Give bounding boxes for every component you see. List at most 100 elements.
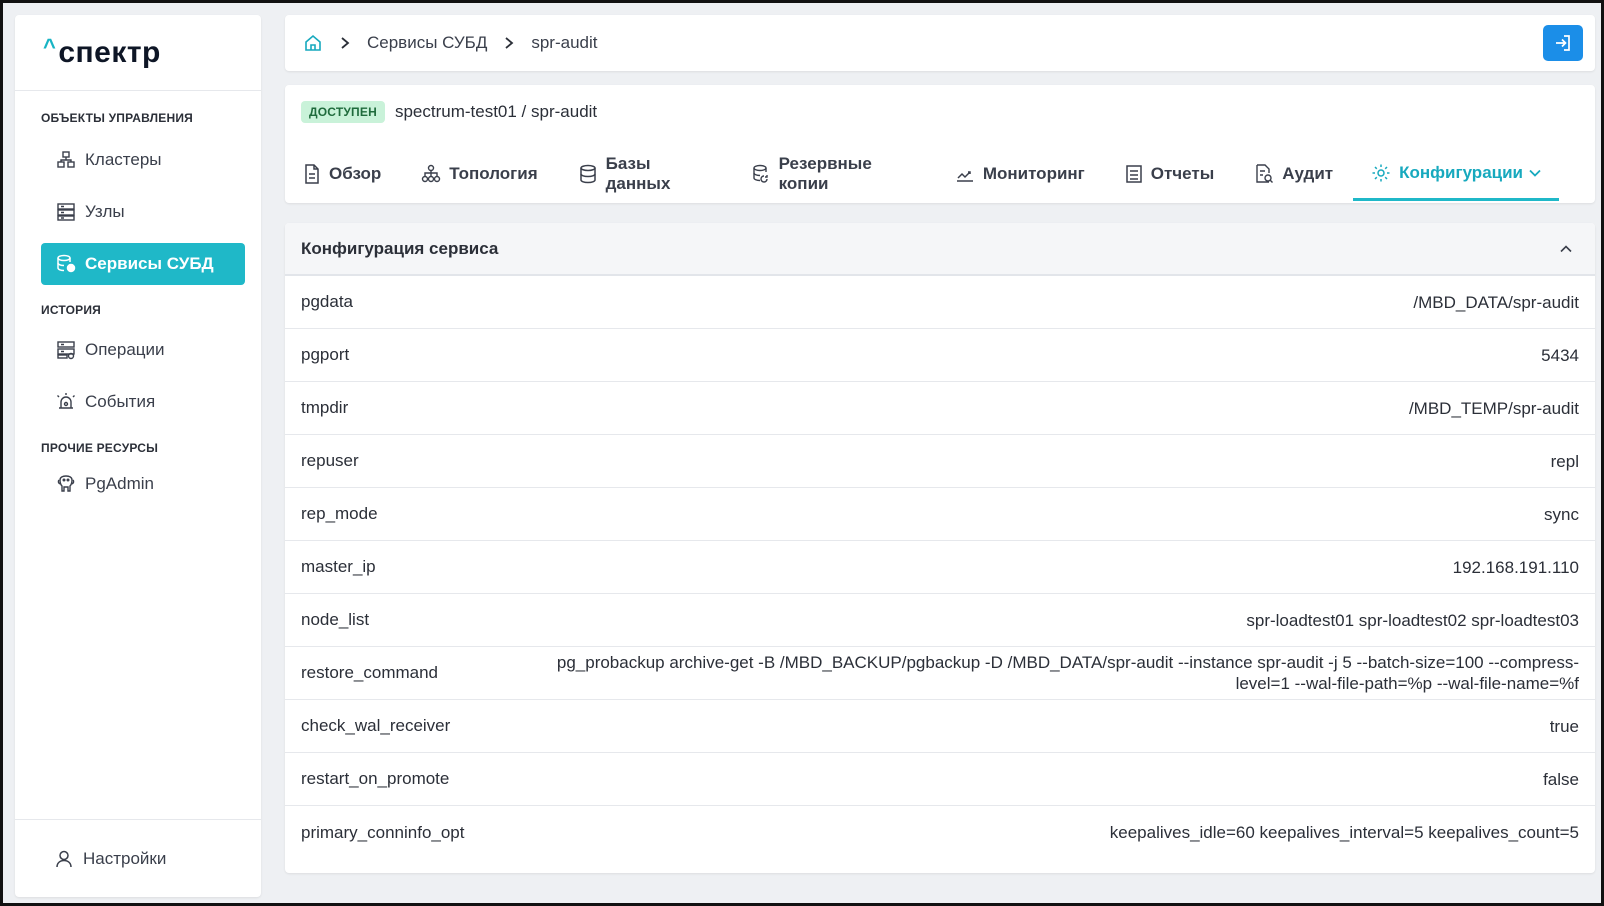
config-key: rep_mode — [301, 504, 378, 523]
config-value: /MBD_TEMP/spr-audit — [1408, 398, 1579, 418]
tab-backups[interactable]: Резервные копии — [749, 147, 917, 201]
sidebar-item-label: События — [85, 392, 156, 411]
service-title: ДОСТУПЕН spectrum-test01 / spr-audit — [301, 101, 597, 123]
config-list: pgdata/MBD_DATA/spr-auditpgport 5434 tmpdi… — [285, 276, 1595, 859]
breadcrumb-current: spr-audit — [531, 33, 598, 52]
sidebar-item-events[interactable]: События — [41, 381, 245, 423]
section-title-management: ОБЪЕКТЫ УПРАВЛЕНИЯ — [41, 111, 193, 125]
chevron-right-icon — [339, 36, 351, 50]
config-row: master_ip 192.168.191.110 — [285, 541, 1595, 594]
sidebar: ^ спектр ОБЪЕКТЫ УПРАВЛЕНИЯ Кластеры Узл… — [15, 15, 261, 897]
section-title-history: ИСТОРИЯ — [41, 303, 102, 317]
config-key: master_ip — [301, 557, 376, 576]
sidebar-item-operations[interactable]: Операции — [41, 329, 245, 371]
tab-bar: Обзор Топология Базы данных Резервные ко… — [301, 147, 1595, 201]
tab-label: Отчеты — [1150, 164, 1215, 183]
backup-icon — [751, 164, 771, 184]
sidebar-item-pgadmin[interactable]: PgAdmin — [41, 463, 245, 505]
database-icon — [578, 164, 598, 184]
sidebar-item-clusters[interactable]: Кластеры — [41, 139, 245, 181]
cluster-icon — [55, 149, 77, 171]
breadcrumb-dbms-services[interactable]: Сервисы СУБД — [367, 33, 487, 53]
config-value: keepalives_idle=60 keepalives_interval=5… — [1109, 823, 1579, 842]
config-row: node_list spr-loadtest01 spr-loadtest02 s… — [285, 594, 1595, 647]
config-value: true — [1549, 716, 1579, 736]
tab-configurations[interactable]: Конфигурации — [1353, 147, 1559, 201]
section-title-other-resources: ПРОЧИЕ РЕСУРСЫ — [41, 441, 159, 455]
config-value: 192.168.191.110 — [1452, 557, 1579, 577]
config-key: restore_command — [301, 663, 439, 682]
elephant-icon — [55, 473, 77, 495]
config-row: pgport 5434 — [285, 329, 1595, 382]
status-badge: ДОСТУПЕН — [301, 101, 385, 123]
config-key: tmpdir — [301, 398, 349, 417]
config-value: sync — [1544, 504, 1579, 524]
sidebar-item-nodes[interactable]: Узлы — [41, 191, 245, 233]
tab-topology[interactable]: Топология — [419, 147, 539, 201]
logo[interactable]: ^ спектр — [15, 15, 261, 91]
app-window: ^ спектр ОБЪЕКТЫ УПРАВЛЕНИЯ Кластеры Узл… — [0, 0, 1604, 906]
sidebar-item-label: Сервисы СУБД — [85, 254, 214, 273]
report-icon — [1125, 164, 1143, 184]
config-row: repuser repl — [285, 435, 1595, 488]
config-row: primary_conninfo_opt keepalives_idle=60 k… — [285, 806, 1595, 859]
config-value: spr-loadtest01 spr-loadtest02 spr-loadte… — [1246, 610, 1579, 630]
config-key: check_wal_receiver — [301, 716, 451, 735]
user-icon — [55, 850, 73, 868]
service-path: spectrum-test01 / spr-audit — [394, 102, 598, 121]
database-service-icon — [55, 253, 77, 275]
tab-overview[interactable]: Обзор — [301, 147, 383, 201]
chevron-right-icon — [503, 36, 515, 50]
config-row: tmpdir/MBD_TEMP/spr-audit — [285, 382, 1595, 435]
config-key: restart_on_promote — [301, 769, 450, 788]
tab-audit[interactable]: Аудит — [1252, 147, 1335, 201]
gear-icon — [1371, 163, 1391, 183]
topology-icon — [421, 164, 441, 184]
sidebar-item-label: Операции — [85, 340, 165, 359]
panel-title: Конфигурация сервиса — [301, 238, 499, 258]
server-icon — [55, 201, 77, 223]
sidebar-item-settings[interactable]: Настройки — [15, 819, 261, 897]
tab-label: Аудит — [1282, 164, 1334, 183]
logout-icon — [1556, 35, 1570, 51]
config-key: repuser — [301, 451, 359, 470]
chevron-up-icon[interactable] — [1559, 244, 1573, 254]
home-icon[interactable] — [303, 33, 323, 53]
audit-icon — [1254, 164, 1274, 184]
config-value: repl — [1550, 451, 1579, 471]
sidebar-item-label: PgAdmin — [85, 474, 154, 493]
service-header: ДОСТУПЕН spectrum-test01 / spr-audit Обз… — [285, 85, 1595, 203]
config-row: pgdata/MBD_DATA/spr-audit — [285, 276, 1595, 329]
logo-text: спектр — [58, 35, 161, 69]
panel-header[interactable]: Конфигурация сервиса — [285, 223, 1595, 276]
tab-reports[interactable]: Отчеты — [1123, 147, 1217, 201]
operations-icon — [55, 339, 77, 361]
sidebar-item-label: Кластеры — [85, 150, 162, 169]
config-value: pg_probackup archive-get -B /MBD_BACKUP/… — [556, 653, 1579, 693]
service-config-panel: Конфигурация сервиса pgdata/MBD_DATA/spr… — [285, 223, 1595, 873]
config-row: rep_mode sync — [285, 488, 1595, 541]
tab-label: Резервные копии — [778, 154, 872, 193]
config-row: restart_on_promote false — [285, 753, 1595, 806]
config-key: primary_conninfo_opt — [301, 822, 465, 842]
tab-label: Конфигурации — [1399, 162, 1523, 182]
config-key: pgdata — [301, 292, 353, 311]
sidebar-item-label: Узлы — [85, 202, 125, 221]
chart-icon — [955, 164, 975, 184]
tab-databases[interactable]: Базы данных — [576, 147, 713, 201]
tab-label: Обзор — [329, 164, 382, 183]
breadcrumb: Сервисы СУБД spr-audit — [285, 15, 1595, 71]
config-key: pgport — [301, 345, 350, 364]
tab-monitoring[interactable]: Мониторинг — [953, 147, 1087, 201]
alarm-icon — [55, 391, 77, 413]
config-row: check_wal_receiver true — [285, 700, 1595, 753]
config-key: node_list — [301, 610, 370, 629]
config-value: 5434 — [1541, 345, 1579, 365]
sidebar-item-dbms-services[interactable]: Сервисы СУБД — [41, 243, 245, 285]
document-icon — [303, 164, 321, 184]
logout-button[interactable] — [1543, 25, 1583, 61]
tab-label: Мониторинг — [982, 164, 1085, 183]
tab-label: Базы данных — [605, 154, 671, 193]
config-value: false — [1543, 769, 1579, 789]
config-value: /MBD_DATA/spr-audit — [1413, 292, 1579, 312]
